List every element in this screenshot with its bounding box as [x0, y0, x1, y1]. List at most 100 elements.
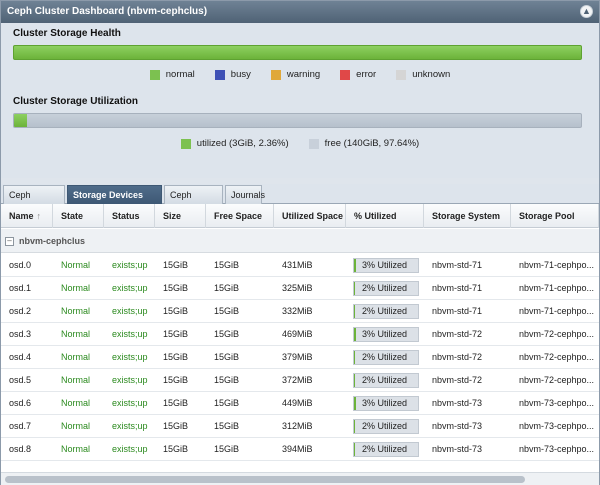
osd-free-space: 15GiB: [214, 352, 240, 362]
utilization-meter: 2% Utilized: [353, 419, 419, 434]
tab-journals[interactable]: Journals: [225, 185, 265, 204]
osd-status: exists;up: [112, 260, 148, 270]
osd-state: Normal: [61, 398, 91, 408]
column-header--utilized[interactable]: % Utilized: [346, 204, 424, 228]
utilization-legend: utilized (3GiB, 2.36%) free (140GiB, 97.6…: [1, 138, 599, 149]
utilization-meter-fill: [354, 397, 356, 410]
table-row[interactable]: osd.2 Normal exists;up 15GiB 15GiB 332MiB 2% U…: [1, 300, 599, 323]
osd-status: exists;up: [112, 329, 148, 339]
legend-label: utilized (3GiB, 2.36%): [196, 138, 289, 149]
column-header-label: Storage Pool: [519, 211, 575, 221]
collapse-group-icon[interactable]: –: [5, 237, 14, 246]
osd-size: 15GiB: [163, 444, 189, 454]
osd-storage-pool: nbvm-72-cephpo...: [519, 329, 595, 339]
legend-swatch: [180, 138, 191, 149]
osd-storage-system: nbvm-std-73: [432, 421, 483, 431]
window-titlebar: Ceph Cluster Dashboard (nbvm-cephclus) ▲: [1, 1, 599, 23]
osd-status: exists;up: [112, 283, 148, 293]
legend-item: busy: [214, 69, 251, 80]
osd-utilized-space: 325MiB: [282, 283, 313, 293]
legend-swatch: [340, 69, 351, 80]
utilization-meter: 2% Utilized: [353, 442, 419, 457]
osd-status: exists;up: [112, 306, 148, 316]
osd-storage-system: nbvm-std-71: [432, 283, 483, 293]
table-row[interactable]: osd.6 Normal exists;up 15GiB 15GiB 449MiB 3% U…: [1, 392, 599, 415]
osd-size: 15GiB: [163, 260, 189, 270]
table-header: Name ↑ State Status Size Free Space Utilized S…: [1, 204, 599, 228]
legend-label: busy: [230, 69, 251, 80]
column-header-free-space[interactable]: Free Space: [206, 204, 274, 228]
column-header-name[interactable]: Name ↑: [1, 204, 53, 228]
utilization-meter-fill: [354, 351, 356, 364]
column-header-utilized-space[interactable]: Utilized Space: [274, 204, 346, 228]
table-row[interactable]: osd.3 Normal exists;up 15GiB 15GiB 469MiB 3% U…: [1, 323, 599, 346]
osd-size: 15GiB: [163, 283, 189, 293]
collapse-icon[interactable]: ▲: [580, 5, 593, 18]
utilization-meter: 2% Utilized: [353, 373, 419, 388]
legend-item: warning: [270, 69, 320, 80]
osd-storage-pool: nbvm-73-cephpo...: [519, 444, 595, 454]
utilization-meter-fill: [354, 305, 356, 318]
utilization-meter: 2% Utilized: [353, 304, 419, 319]
utilization-meter: 3% Utilized: [353, 327, 419, 342]
table-row[interactable]: osd.1 Normal exists;up 15GiB 15GiB 325MiB 2% U…: [1, 277, 599, 300]
column-header-label: Status: [112, 211, 140, 221]
column-header-state[interactable]: State: [53, 204, 104, 228]
osd-name: osd.8: [9, 444, 32, 454]
osd-utilized-space: 449MiB: [282, 398, 313, 408]
group-row[interactable]: – nbvm-cephclus: [1, 229, 599, 253]
utilization-meter: 2% Utilized: [353, 350, 419, 365]
column-header-storage-system[interactable]: Storage System: [424, 204, 511, 228]
osd-size: 15GiB: [163, 306, 189, 316]
osd-size: 15GiB: [163, 398, 189, 408]
osd-size: 15GiB: [163, 329, 189, 339]
column-header-storage-pool[interactable]: Storage Pool: [511, 204, 599, 228]
osd-name: osd.3: [9, 329, 32, 339]
osd-free-space: 15GiB: [214, 329, 240, 339]
utilization-bar: [13, 113, 582, 128]
column-header-status[interactable]: Status: [104, 204, 155, 228]
osd-status: exists;up: [112, 444, 148, 454]
legend-item: error: [340, 69, 376, 80]
utilization-meter-label: 2% Utilized: [362, 375, 408, 385]
osd-storage-pool: nbvm-73-cephpo...: [519, 421, 595, 431]
osd-name: osd.6: [9, 398, 32, 408]
dashboard-window: Ceph Cluster Dashboard (nbvm-cephclus) ▲…: [0, 0, 600, 485]
table-row[interactable]: osd.0 Normal exists;up 15GiB 15GiB 431MiB 3% U…: [1, 254, 599, 277]
osd-storage-system: nbvm-std-72: [432, 329, 483, 339]
scrollbar-thumb[interactable]: [5, 476, 525, 483]
utilization-meter-label: 2% Utilized: [362, 421, 408, 431]
osd-storage-pool: nbvm-73-cephpo...: [519, 398, 595, 408]
osd-utilized-space: 394MiB: [282, 444, 313, 454]
osd-status: exists;up: [112, 352, 148, 362]
utilization-meter-fill: [354, 374, 356, 387]
osd-state: Normal: [61, 352, 91, 362]
cluster-summary-panel: Cluster Storage Health normal busy warning…: [1, 23, 599, 178]
legend-label: normal: [165, 69, 195, 80]
column-header-label: State: [61, 211, 84, 221]
column-header-label: Size: [163, 211, 182, 221]
table-row[interactable]: osd.5 Normal exists;up 15GiB 15GiB 372MiB 2% U…: [1, 369, 599, 392]
legend-item: free (140GiB, 97.64%): [308, 138, 419, 149]
legend-swatch: [308, 138, 319, 149]
column-header-label: Name: [9, 211, 34, 221]
osd-state: Normal: [61, 421, 91, 431]
table-row[interactable]: osd.8 Normal exists;up 15GiB 15GiB 394MiB 2% U…: [1, 438, 599, 461]
utilization-title: Cluster Storage Utilization: [13, 96, 139, 107]
column-header-size[interactable]: Size: [155, 204, 206, 228]
utilization-meter-label: 3% Utilized: [362, 398, 408, 408]
table-row[interactable]: osd.7 Normal exists;up 15GiB 15GiB 312MiB 2% U…: [1, 415, 599, 438]
osd-state: Normal: [61, 444, 91, 454]
legend-item: utilized (3GiB, 2.36%): [180, 138, 289, 149]
table-row[interactable]: osd.4 Normal exists;up 15GiB 15GiB 379MiB 2% U…: [1, 346, 599, 369]
health-title: Cluster Storage Health: [13, 28, 121, 39]
horizontal-scrollbar[interactable]: [1, 472, 599, 485]
tab-ceph-monitors[interactable]: Ceph Monitors: [164, 185, 223, 218]
osd-size: 15GiB: [163, 421, 189, 431]
osd-name: osd.2: [9, 306, 32, 316]
tab-storage-devices-osds[interactable]: Storage Devices (OSDs): [67, 185, 162, 218]
tab-ceph-members[interactable]: Ceph Members: [3, 185, 65, 218]
column-header-label: Utilized Space: [282, 211, 344, 221]
health-legend: normal busy warning error unknown: [1, 69, 599, 80]
osd-status: exists;up: [112, 421, 148, 431]
